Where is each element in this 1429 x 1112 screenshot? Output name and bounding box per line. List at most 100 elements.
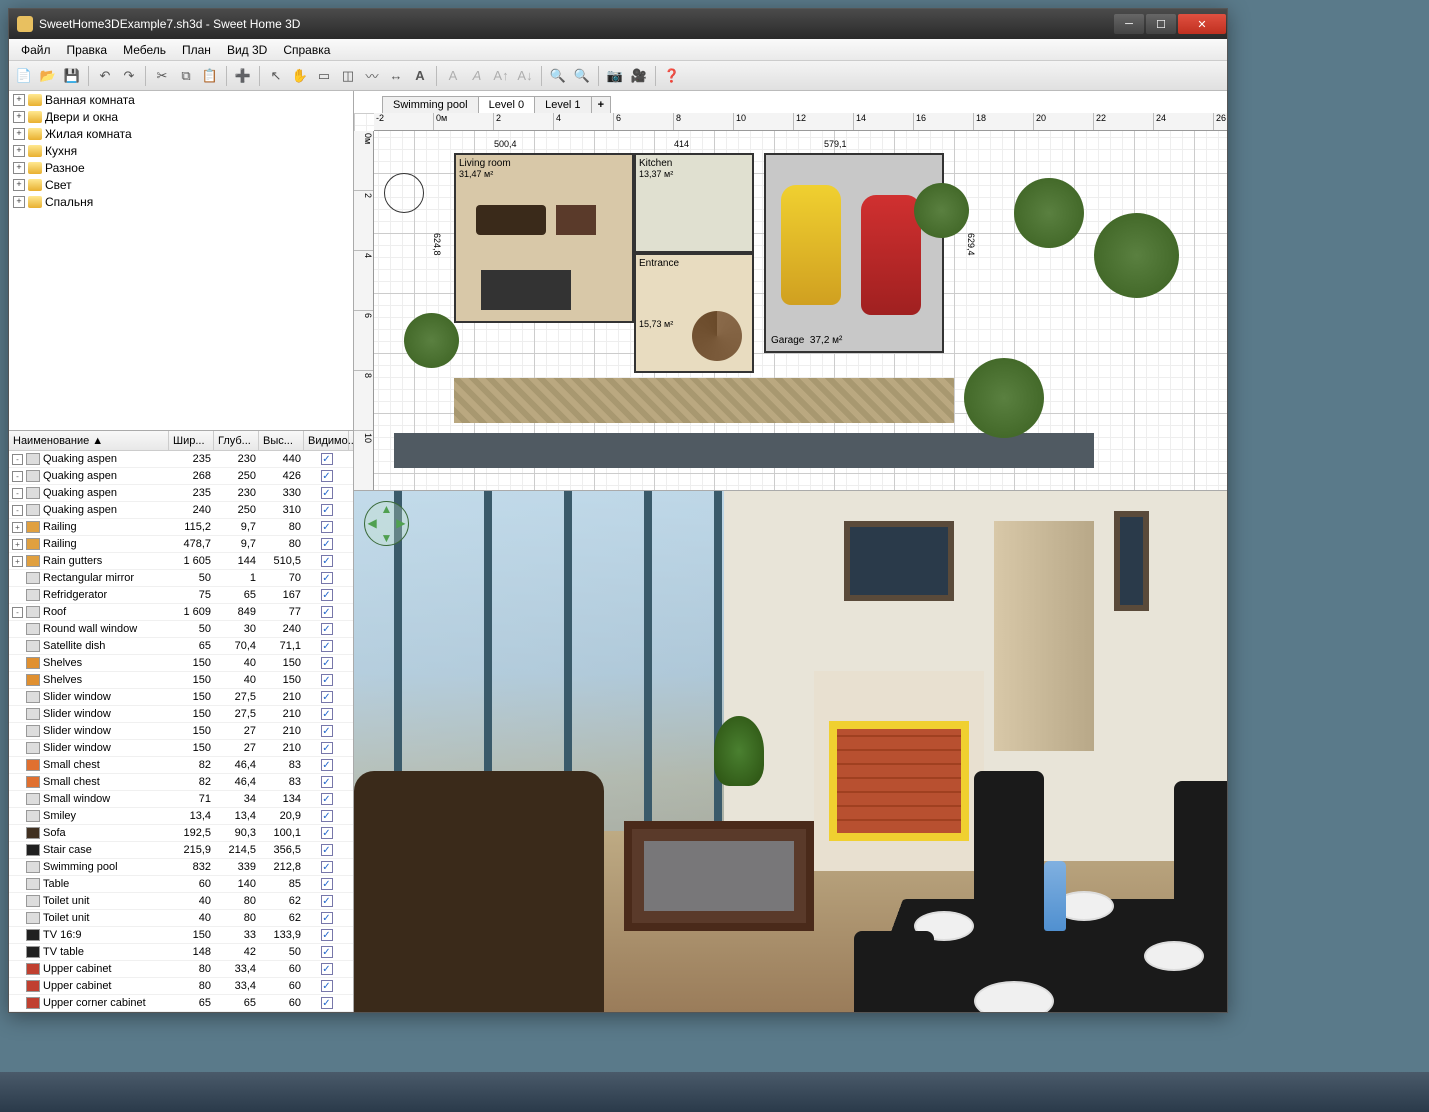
room-garage[interactable]: Garage 37,2 м² (764, 153, 944, 353)
catalog-item[interactable]: +Двери и окна (9, 108, 353, 125)
copy-icon[interactable]: ⧉ (175, 65, 197, 87)
add-furniture-icon[interactable]: ➕ (232, 65, 254, 87)
furniture-row[interactable]: +Rain gutters1 605144510,5✓ (9, 553, 353, 570)
visible-checkbox[interactable]: ✓ (321, 623, 333, 635)
expand-icon[interactable]: + (13, 145, 25, 157)
chair-3d[interactable] (974, 771, 1044, 921)
furniture-row[interactable]: -Quaking aspen268250426✓ (9, 468, 353, 485)
catalog-item[interactable]: +Ванная комната (9, 91, 353, 108)
furniture-list[interactable]: Наименование ▲ Шир... Глуб... Выс... Вид… (9, 431, 353, 1012)
visible-checkbox[interactable]: ✓ (321, 810, 333, 822)
furniture-row[interactable]: Shelves15040150✓ (9, 672, 353, 689)
visible-checkbox[interactable]: ✓ (321, 657, 333, 669)
staircase-plan[interactable] (692, 311, 742, 361)
bottle[interactable] (1044, 861, 1066, 931)
dimension-tool-icon[interactable]: ↔ (385, 65, 407, 87)
furniture-row[interactable]: Slider window15027,5210✓ (9, 706, 353, 723)
visible-checkbox[interactable]: ✓ (321, 725, 333, 737)
coffeetable-plan[interactable] (556, 205, 596, 235)
furniture-row[interactable]: TV table1484250✓ (9, 944, 353, 961)
tree-plan[interactable] (1014, 178, 1084, 248)
text-size-down-icon[interactable]: A↓ (514, 65, 536, 87)
visible-checkbox[interactable]: ✓ (321, 827, 333, 839)
visible-checkbox[interactable]: ✓ (321, 453, 333, 465)
catalog-item[interactable]: +Свет (9, 176, 353, 193)
cut-icon[interactable]: ✂ (151, 65, 173, 87)
furniture-row[interactable]: Small chest8246,483✓ (9, 757, 353, 774)
expand-icon[interactable]: + (12, 539, 23, 550)
tree-plan[interactable] (1094, 213, 1179, 298)
video-icon[interactable]: 🎥 (628, 65, 650, 87)
tree-plan[interactable] (914, 183, 969, 238)
furniture-row[interactable]: -Quaking aspen240250310✓ (9, 502, 353, 519)
menu-furniture[interactable]: Мебель (115, 41, 174, 59)
diningtable-plan[interactable] (481, 270, 571, 310)
text-bold-icon[interactable]: A (442, 65, 464, 87)
taskbar[interactable] (0, 1072, 1429, 1112)
furniture-row[interactable]: Toilet unit408062✓ (9, 893, 353, 910)
furniture-row[interactable]: Satellite dish6570,471,1✓ (9, 638, 353, 655)
furniture-row[interactable]: -Roof1 60984977✓ (9, 604, 353, 621)
catalog-item[interactable]: +Разное (9, 159, 353, 176)
picture-frame[interactable] (844, 521, 954, 601)
furniture-row[interactable]: Slider window15027210✓ (9, 723, 353, 740)
visible-checkbox[interactable]: ✓ (321, 980, 333, 992)
furniture-row[interactable]: Swimming pool832339212,8✓ (9, 859, 353, 876)
menu-view3d[interactable]: Вид 3D (219, 41, 275, 59)
expand-icon[interactable]: + (12, 522, 23, 533)
expand-icon[interactable]: + (13, 179, 25, 191)
room-kitchen[interactable]: Kitchen 13,37 м² (634, 153, 754, 253)
visible-checkbox[interactable]: ✓ (321, 878, 333, 890)
fireplace[interactable] (814, 671, 984, 871)
expand-icon[interactable]: - (12, 607, 23, 618)
nav-control[interactable]: ▲ ◀ ▶ ▼ (364, 501, 409, 546)
furniture-row[interactable]: Sofa192,590,3100,1✓ (9, 825, 353, 842)
nav-right-icon[interactable]: ▶ (394, 516, 408, 530)
tab-swimming-pool[interactable]: Swimming pool (382, 96, 479, 113)
menu-plan[interactable]: План (174, 41, 219, 59)
furniture-row[interactable]: +Railing115,29,780✓ (9, 519, 353, 536)
tab-add-level[interactable]: + (591, 96, 611, 113)
catalog-item[interactable]: +Кухня (9, 142, 353, 159)
furniture-row[interactable]: Refridgerator7565167✓ (9, 587, 353, 604)
expand-icon[interactable]: + (13, 128, 25, 140)
visible-checkbox[interactable]: ✓ (321, 997, 333, 1009)
nav-down-icon[interactable]: ▼ (379, 531, 393, 545)
tree-plan[interactable] (964, 358, 1044, 438)
undo-icon[interactable]: ↶ (94, 65, 116, 87)
nav-up-icon[interactable]: ▲ (379, 502, 393, 516)
visible-checkbox[interactable]: ✓ (321, 572, 333, 584)
car-yellow[interactable] (781, 185, 841, 305)
catalog-tree[interactable]: +Ванная комната+Двери и окна+Жилая комна… (9, 91, 353, 431)
nav-left-icon[interactable]: ◀ (365, 516, 379, 530)
save-icon[interactable]: 💾 (61, 65, 83, 87)
visible-checkbox[interactable]: ✓ (321, 946, 333, 958)
visible-checkbox[interactable]: ✓ (321, 793, 333, 805)
visible-checkbox[interactable]: ✓ (321, 929, 333, 941)
furniture-row[interactable]: Slider window15027210✓ (9, 740, 353, 757)
redo-icon[interactable]: ↷ (118, 65, 140, 87)
compass-icon[interactable] (384, 173, 424, 213)
pan-tool-icon[interactable]: ✋ (289, 65, 311, 87)
furniture-row[interactable]: Toilet unit408062✓ (9, 910, 353, 927)
sofa-3d[interactable] (354, 771, 604, 1012)
visible-checkbox[interactable]: ✓ (321, 640, 333, 652)
expand-icon[interactable]: - (12, 471, 23, 482)
expand-icon[interactable]: - (12, 505, 23, 516)
furniture-row[interactable]: -Quaking aspen235230440✓ (9, 451, 353, 468)
visible-checkbox[interactable]: ✓ (321, 504, 333, 516)
visible-checkbox[interactable]: ✓ (321, 742, 333, 754)
col-depth[interactable]: Глуб... (214, 431, 259, 450)
visible-checkbox[interactable]: ✓ (321, 844, 333, 856)
text-tool-icon[interactable]: A (409, 65, 431, 87)
select-tool-icon[interactable]: ↖ (265, 65, 287, 87)
menu-file[interactable]: Файл (13, 41, 59, 59)
pool-wall[interactable] (394, 433, 1094, 468)
furniture-row[interactable]: Stair case215,9214,5356,5✓ (9, 842, 353, 859)
visible-checkbox[interactable]: ✓ (321, 776, 333, 788)
expand-icon[interactable]: + (13, 162, 25, 174)
furniture-row[interactable]: Table6014085✓ (9, 876, 353, 893)
visible-checkbox[interactable]: ✓ (321, 589, 333, 601)
photo-icon[interactable]: 📷 (604, 65, 626, 87)
furniture-row[interactable]: Shelves15040150✓ (9, 655, 353, 672)
